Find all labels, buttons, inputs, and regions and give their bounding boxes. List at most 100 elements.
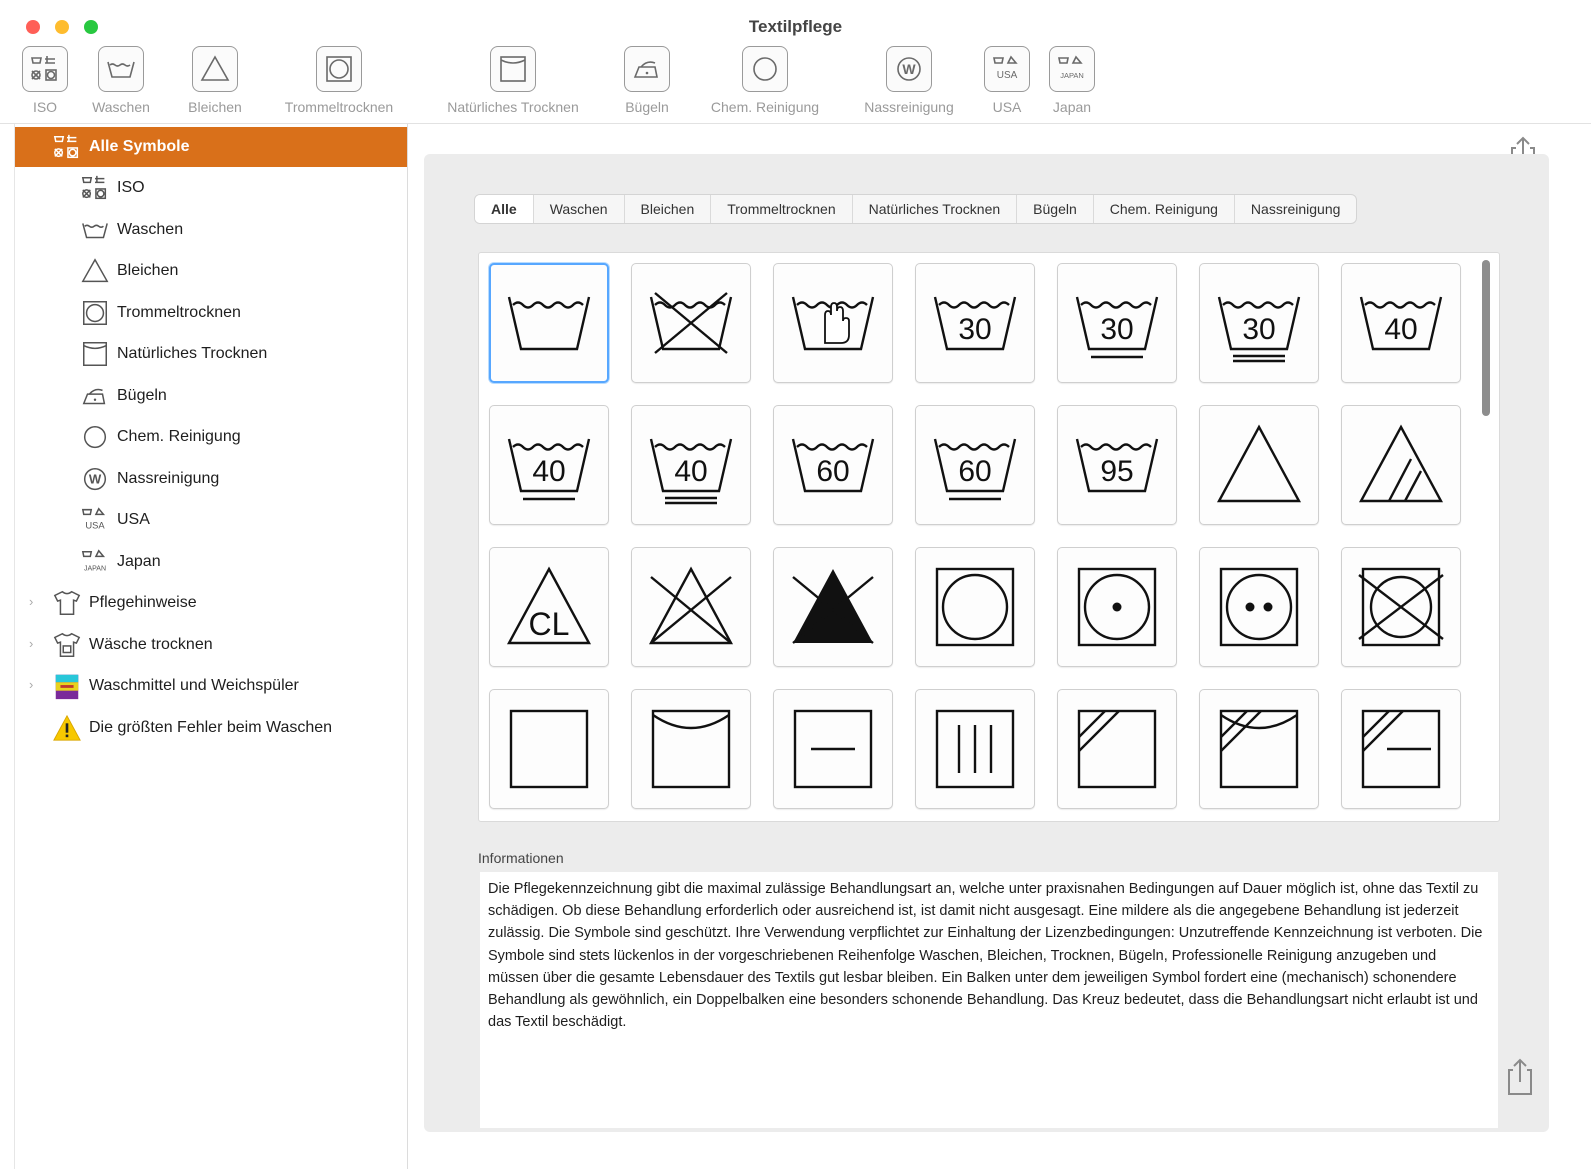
vertical-scrollbar[interactable] bbox=[1482, 260, 1490, 416]
bleach-any-symbol[interactable] bbox=[1199, 405, 1319, 525]
shade-dry-symbol-icon bbox=[1077, 709, 1157, 789]
shade-dry-symbol[interactable] bbox=[1057, 689, 1177, 809]
toolbar-button-japan[interactable]: JAPAN Japan bbox=[1049, 46, 1095, 122]
drip-dry-symbol[interactable] bbox=[915, 689, 1035, 809]
dry-flat-symbol[interactable] bbox=[773, 689, 893, 809]
svg-text:95: 95 bbox=[1100, 455, 1133, 488]
wash-30-symbol[interactable]: 30 bbox=[915, 263, 1035, 383]
wash-symbol-icon bbox=[507, 296, 591, 351]
tab-waschen[interactable]: Waschen bbox=[534, 195, 625, 223]
do-not-bleach-symbol[interactable] bbox=[631, 547, 751, 667]
dry-flat-shade-symbol[interactable] bbox=[1341, 689, 1461, 809]
sidebar-item-bügeln[interactable]: Bügeln bbox=[79, 376, 167, 416]
svg-text:30: 30 bbox=[1242, 313, 1275, 346]
sidebar-item-trommeltrocknen[interactable]: Trommeltrocknen bbox=[79, 293, 241, 333]
sidebar-item-label: Trommeltrocknen bbox=[117, 303, 241, 321]
hand-wash-symbol-icon bbox=[791, 296, 875, 351]
tumble-dry-normal-symbol[interactable] bbox=[1199, 547, 1319, 667]
do-not-bleach-filled-symbol[interactable] bbox=[773, 547, 893, 667]
sidebar-group-wäsche-trocknen[interactable]: Wäsche trocknen bbox=[51, 625, 213, 665]
tab-nassreinigung[interactable]: Nassreinigung bbox=[1235, 195, 1356, 223]
dry-flat-symbol-icon bbox=[793, 709, 873, 789]
toolbar-button-nassreinigung[interactable]: W Nassreinigung bbox=[864, 46, 954, 122]
sidebar-group-pflegehinweise[interactable]: Pflegehinweise bbox=[51, 583, 197, 623]
tumble-dry-symbol[interactable] bbox=[915, 547, 1035, 667]
natural-dry-symbol-icon bbox=[509, 709, 589, 789]
toolbar-button-iso[interactable]: ISO bbox=[22, 46, 68, 122]
disclosure-chevron-icon[interactable]: › bbox=[29, 636, 33, 651]
sidebar-item-label: Bleichen bbox=[117, 262, 179, 279]
toolbar-button-usa[interactable]: USA USA bbox=[984, 46, 1030, 122]
tumble-dry-low-symbol[interactable] bbox=[1057, 547, 1177, 667]
line-dry-symbol[interactable] bbox=[631, 689, 751, 809]
tab-chem-reinigung[interactable]: Chem. Reinigung bbox=[1094, 195, 1235, 223]
sidebar-group-die-größten-fehler-beim-waschen[interactable]: Die größten Fehler beim Waschen bbox=[51, 708, 332, 748]
disclosure-chevron-icon[interactable]: › bbox=[29, 594, 33, 609]
sidebar-item-bleichen[interactable]: Bleichen bbox=[79, 251, 178, 291]
tab-bügeln[interactable]: Bügeln bbox=[1017, 195, 1094, 223]
sidebar-item-alle-symbole[interactable]: Alle Symbole bbox=[15, 127, 407, 167]
wash-40-symbol[interactable]: 40 bbox=[1341, 263, 1461, 383]
wash-30-very-gentle-symbol[interactable]: 30 bbox=[1199, 263, 1319, 383]
dry-flat-shade-symbol-icon bbox=[1361, 709, 1441, 789]
do-not-tumble-dry-symbol[interactable] bbox=[1341, 547, 1461, 667]
sidebar-item-label: Chem. Reinigung bbox=[117, 428, 241, 445]
toolbar-button-trommeltrocknen[interactable]: Trommeltrocknen bbox=[285, 46, 393, 122]
sidebar-item-japan[interactable]: JAPAN Japan bbox=[79, 542, 161, 582]
toolbar-button-waschen[interactable]: Waschen bbox=[92, 46, 150, 122]
tumble-dry-low-symbol-icon bbox=[1077, 567, 1157, 647]
detergent-icon bbox=[51, 670, 83, 702]
hand-wash-symbol[interactable] bbox=[773, 263, 893, 383]
sidebar-item-natürliches-trocknen[interactable]: Natürliches Trocknen bbox=[79, 334, 267, 374]
do-not-wash-symbol[interactable] bbox=[631, 263, 751, 383]
sidebar-item-label: Nassreinigung bbox=[117, 469, 220, 487]
wash-30-gentle-symbol[interactable]: 30 bbox=[1057, 263, 1177, 383]
wash-60-gentle-symbol[interactable]: 60 bbox=[915, 405, 1035, 525]
bleach-oxygen-symbol[interactable] bbox=[1341, 405, 1461, 525]
sidebar-item-label: Waschmittel und Weichspüler bbox=[89, 677, 299, 694]
tab-alle[interactable]: Alle bbox=[475, 195, 534, 223]
window-title: Textilpflege bbox=[748, 17, 843, 36]
svg-text:30: 30 bbox=[1100, 313, 1133, 346]
toolbar-label: Waschen bbox=[92, 99, 150, 115]
bleach-chlorine-symbol[interactable]: CL bbox=[489, 547, 609, 667]
sidebar-item-iso[interactable]: ISO bbox=[79, 168, 145, 208]
sidebar-item-waschen[interactable]: Waschen bbox=[79, 210, 183, 250]
toolbar-label: USA bbox=[992, 99, 1022, 115]
japan-grid-icon: JAPAN bbox=[1049, 46, 1095, 92]
sidebar-item-label: Wäsche trocknen bbox=[89, 635, 213, 653]
do-not-bleach-symbol-icon bbox=[648, 566, 734, 645]
toolbar-label: Chem. Reinigung bbox=[710, 99, 820, 115]
sidebar-item-usa[interactable]: USA USA bbox=[79, 500, 150, 540]
natural-dry-symbol[interactable] bbox=[489, 689, 609, 809]
line-dry-shade-symbol-icon bbox=[1219, 709, 1299, 789]
symbol-grid-area[interactable]: 30 30 30 40 40 40 60 60 95 CL bbox=[478, 252, 1500, 822]
category-tabs: Alle Waschen Bleichen Trommeltrocknen Natürl… bbox=[474, 194, 1358, 224]
toolbar-button-bleichen[interactable]: Bleichen bbox=[188, 46, 242, 122]
tab-trommeltrocknen[interactable]: Trommeltrocknen bbox=[711, 195, 853, 223]
sidebar-item-label: Alle Symbole bbox=[89, 138, 190, 155]
line-dry-shade-symbol[interactable] bbox=[1199, 689, 1319, 809]
disclosure-chevron-icon[interactable]: › bbox=[29, 677, 33, 692]
tab-natürliches-trocknen[interactable]: Natürliches Trocknen bbox=[853, 195, 1018, 223]
tab-bleichen[interactable]: Bleichen bbox=[625, 195, 712, 223]
share-icon[interactable] bbox=[1505, 1056, 1535, 1096]
svg-text:USA: USA bbox=[997, 70, 1018, 81]
wash-95-symbol[interactable]: 95 bbox=[1057, 405, 1177, 525]
toolbar-button-natürliches-trocknen[interactable]: Natürliches Trocknen bbox=[447, 46, 579, 122]
wash-60-symbol[interactable]: 60 bbox=[773, 405, 893, 525]
wash-40-very-gentle-symbol[interactable]: 40 bbox=[631, 405, 751, 525]
sidebar-group-waschmittel-und-weichspüler[interactable]: Waschmittel und Weichspüler bbox=[51, 666, 299, 706]
wash-40-gentle-symbol[interactable]: 40 bbox=[489, 405, 609, 525]
sidebar-item-label: USA bbox=[117, 511, 150, 528]
svg-text:60: 60 bbox=[816, 455, 849, 488]
iso-grid-icon bbox=[22, 46, 68, 92]
sidebar-item-nassreinigung[interactable]: W Nassreinigung bbox=[79, 459, 219, 499]
svg-text:W: W bbox=[89, 471, 102, 486]
toolbar-button-bügeln[interactable]: Bügeln bbox=[624, 46, 670, 122]
sidebar-item-chem-reinigung[interactable]: Chem. Reinigung bbox=[79, 417, 241, 457]
svg-text:CL: CL bbox=[529, 606, 570, 642]
svg-text:JAPAN: JAPAN bbox=[84, 565, 106, 572]
wash-symbol[interactable] bbox=[489, 263, 609, 383]
toolbar-button-chem-reinigung[interactable]: Chem. Reinigung bbox=[711, 46, 819, 122]
